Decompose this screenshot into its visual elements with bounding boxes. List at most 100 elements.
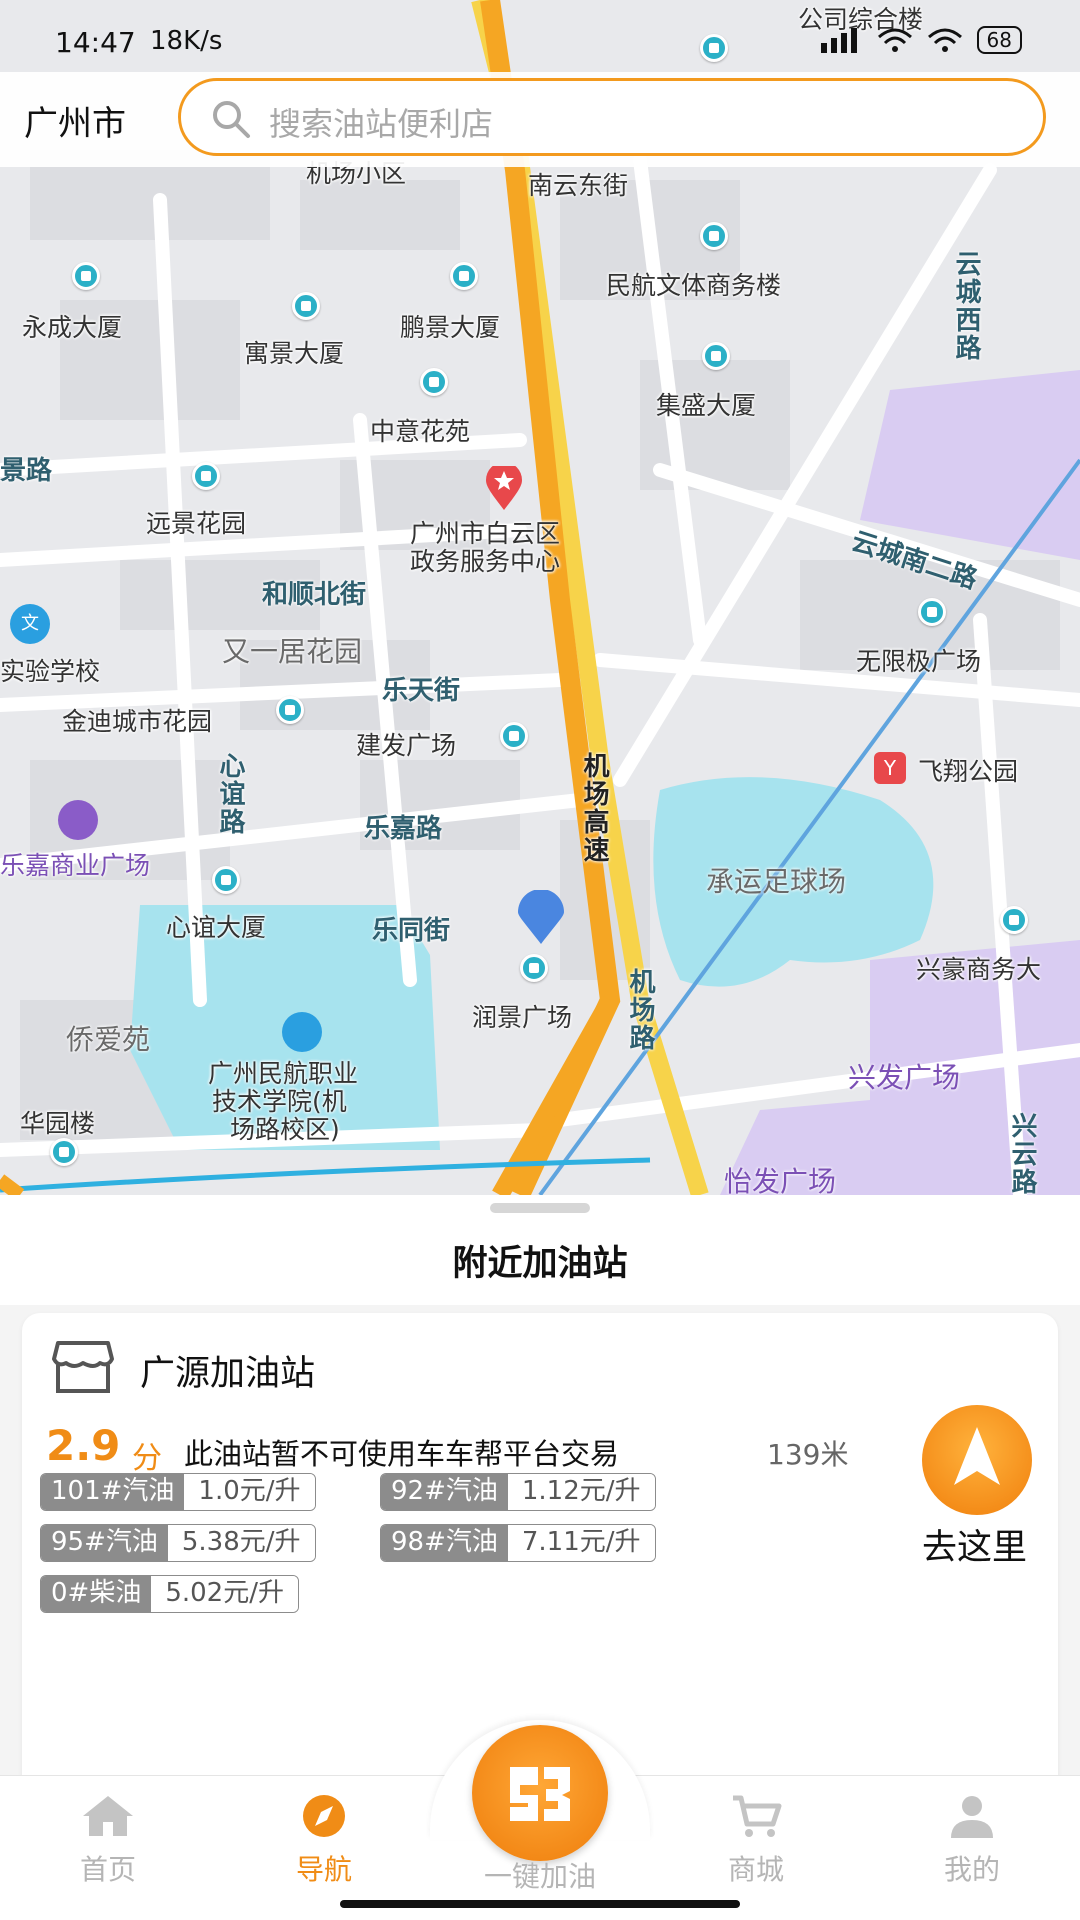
poi-pin-icon — [918, 598, 946, 626]
road-label: 乐嘉路 — [364, 814, 443, 844]
poi-label[interactable]: 兴豪商务大 — [916, 950, 1041, 986]
poi-pin-icon — [212, 866, 240, 894]
poi-pin-icon — [450, 262, 478, 290]
poi-pin-icon — [702, 342, 730, 370]
tab-profile[interactable]: 我的 — [892, 1794, 1052, 1888]
signal-icon — [820, 28, 857, 53]
road-label: 机场路 — [625, 968, 655, 1052]
user-icon — [951, 1796, 993, 1838]
poi-label[interactable]: 无限极广场 — [856, 642, 981, 678]
poi-label[interactable]: 建发广场 — [356, 726, 456, 762]
search-input[interactable]: 搜索油站便利店 — [178, 78, 1046, 156]
map-view[interactable]: 文 Y 永成大厦 寓景大厦 鹏景大厦 民航文体商务楼 中意花苑 集盛大厦 远景花… — [0, 0, 1080, 1195]
poi-label[interactable]: 集盛大厦 — [656, 386, 756, 422]
road-label: 乐天街 — [382, 676, 461, 706]
poi-pin-icon — [700, 222, 728, 250]
fuel-type: 98#汽油 — [381, 1525, 508, 1561]
poi-label[interactable]: 润景广场 — [472, 998, 572, 1034]
poi-label[interactable]: 乐嘉商业广场 — [0, 846, 150, 882]
panel-title: 附近加油站 — [452, 1244, 628, 1284]
poi-label[interactable]: 兴发广场 — [848, 1056, 960, 1096]
search-header: 广州市 搜索油站便利店 — [0, 72, 1080, 167]
shopping-icon — [58, 800, 98, 840]
fuel-type: 101#汽油 — [41, 1474, 185, 1510]
fuel-type: 92#汽油 — [381, 1474, 508, 1510]
logo-icon — [510, 1767, 570, 1821]
fuel-type: 95#汽油 — [41, 1525, 168, 1561]
poi-pin-icon — [192, 462, 220, 490]
tab-navigation[interactable]: 导航 — [244, 1794, 404, 1888]
fuel-price: 5.38元/升 — [167, 1525, 315, 1561]
road-label: 和顺北街 — [262, 580, 367, 610]
poi-label[interactable]: 侨爱苑 — [66, 1018, 150, 1058]
fuel-type: 0#柴油 — [41, 1576, 152, 1612]
poi-pin-icon — [520, 954, 548, 982]
status-icons: 68 — [819, 26, 1022, 54]
road-label: 云城西路 — [951, 250, 981, 362]
home-icon — [83, 1796, 133, 1836]
battery-icon: 68 — [976, 26, 1022, 54]
poi-pin-icon — [276, 696, 304, 724]
current-location-pin-icon[interactable] — [518, 890, 564, 944]
poi-label[interactable]: 飞翔公园 — [918, 752, 1018, 788]
road-label: 机场高速 — [579, 752, 609, 864]
tab-label: 导航 — [295, 1853, 352, 1886]
station-name: 广源加油站 — [140, 1354, 316, 1394]
poi-label[interactable]: 民航文体商务楼 — [606, 266, 781, 302]
station-notice: 此油站暂不可使用车车帮平台交易 — [184, 1437, 620, 1471]
fuel-price: 1.12元/升 — [507, 1474, 655, 1510]
drag-handle[interactable] — [490, 1203, 590, 1213]
panel-header[interactable]: 附近加油站 — [0, 1195, 1080, 1305]
fuel-price-tag: 0#柴油 5.02元/升 — [40, 1575, 299, 1613]
status-time: 14:47 — [55, 26, 136, 59]
tab-home[interactable]: 首页 — [28, 1794, 188, 1888]
road-label: 兴云路 — [1007, 1112, 1037, 1195]
tab-label: 首页 — [79, 1853, 136, 1886]
poi-label[interactable]: 场路校区) — [230, 1110, 340, 1146]
poi-pin-icon — [50, 1138, 78, 1166]
poi-label[interactable]: 实验学校 — [0, 652, 100, 688]
fuel-price: 5.02元/升 — [151, 1576, 298, 1612]
tab-quick-refuel[interactable] — [472, 1725, 608, 1861]
fuel-price-tag: 92#汽油 1.12元/升 — [380, 1473, 656, 1511]
poi-label[interactable]: 永成大厦 — [22, 308, 122, 344]
metro-station-icon: Y — [874, 752, 906, 784]
navigate-arrow-icon — [922, 1405, 1032, 1515]
store-icon — [52, 1341, 114, 1393]
fuel-price-tag: 101#汽油 1.0元/升 — [40, 1473, 316, 1511]
poi-label[interactable]: 寓景大厦 — [244, 334, 344, 370]
home-indicator — [340, 1900, 740, 1908]
poi-label[interactable]: 远景花园 — [146, 504, 246, 540]
station-distance: 139米 — [767, 1438, 849, 1471]
poi-label[interactable]: 金迪城市花园 — [62, 702, 212, 738]
road-label: 乐同街 — [372, 916, 451, 946]
tab-label: 我的 — [943, 1853, 1000, 1886]
status-bar: 14:47 18K/s 68 — [0, 0, 1080, 70]
poi-label[interactable]: 鹏景大厦 — [400, 308, 500, 344]
navigate-here-label: 去这里 — [921, 1528, 1027, 1568]
road-label: 心谊路 — [215, 752, 245, 836]
poi-label[interactable]: 政务服务中心 — [410, 542, 560, 578]
search-placeholder: 搜索油站便利店 — [269, 105, 494, 143]
government-marker-icon — [486, 466, 522, 510]
mortarboard-icon — [282, 1012, 322, 1052]
fuel-price: 1.0元/升 — [184, 1474, 315, 1510]
tab-shop[interactable]: 商城 — [676, 1794, 836, 1888]
tab-label: 商城 — [727, 1853, 784, 1886]
poi-label[interactable]: 中意花苑 — [370, 412, 470, 448]
cart-icon — [733, 1795, 782, 1837]
poi-label[interactable]: 承运足球场 — [706, 860, 846, 900]
fuel-price-tag: 98#汽油 7.11元/升 — [380, 1524, 656, 1562]
district-label: 又一居花园 — [222, 635, 363, 668]
fuel-price: 7.11元/升 — [507, 1525, 655, 1561]
wifi-icon — [927, 28, 962, 52]
navigate-here-button[interactable]: 去这里 — [892, 1405, 1052, 1568]
poi-pin-icon — [420, 368, 448, 396]
fuel-price-tag: 95#汽油 5.38元/升 — [40, 1524, 316, 1562]
poi-label[interactable]: 华园楼 — [20, 1104, 95, 1140]
network-speed: 18K/s — [150, 26, 223, 56]
poi-label[interactable]: 南云东街 — [528, 166, 628, 202]
poi-label[interactable]: 怡发广场 — [724, 1160, 836, 1195]
poi-label[interactable]: 心谊大厦 — [166, 908, 266, 944]
city-selector[interactable]: 广州市 — [24, 96, 126, 145]
